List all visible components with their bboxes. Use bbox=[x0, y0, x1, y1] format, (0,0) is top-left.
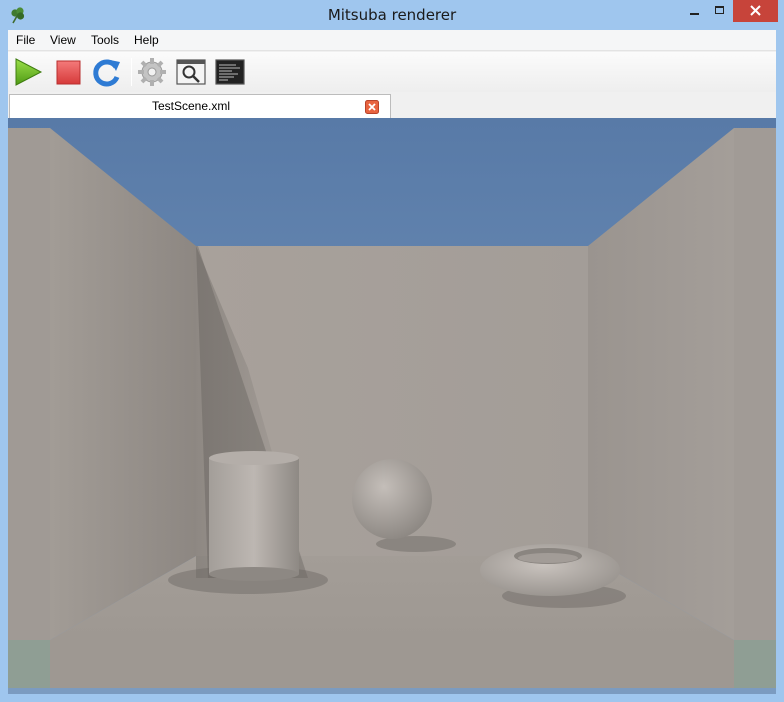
refresh-icon bbox=[93, 59, 120, 87]
minimize-button[interactable] bbox=[680, 0, 708, 22]
tab-bar: TestScene.xml bbox=[8, 92, 776, 118]
render-viewport[interactable] bbox=[8, 118, 776, 694]
maximize-button[interactable] bbox=[706, 0, 733, 22]
menu-help[interactable]: Help bbox=[134, 33, 159, 48]
start-render-button[interactable] bbox=[12, 56, 44, 88]
play-icon bbox=[15, 58, 43, 86]
menu-file[interactable]: File bbox=[16, 33, 35, 48]
maximize-icon bbox=[715, 6, 724, 14]
menu-view[interactable]: View bbox=[50, 33, 76, 48]
close-tab-icon[interactable] bbox=[365, 100, 379, 114]
tab-label: TestScene.xml bbox=[151, 99, 231, 113]
client-area: File View Tools Help TestScene.xml bbox=[8, 30, 776, 694]
rendered-scene-image bbox=[8, 118, 776, 694]
toolbar-separator bbox=[131, 58, 132, 86]
close-window-button[interactable] bbox=[733, 0, 778, 22]
close-icon bbox=[750, 5, 761, 16]
app-window: Mitsuba renderer File View Tools Help Te… bbox=[0, 0, 784, 702]
console-log-icon bbox=[215, 59, 245, 85]
tab-testscene[interactable]: TestScene.xml bbox=[9, 94, 391, 118]
toolbar bbox=[8, 52, 776, 92]
settings-gear-icon bbox=[138, 58, 166, 86]
window-title: Mitsuba renderer bbox=[327, 6, 457, 24]
stop-icon bbox=[56, 60, 81, 85]
preview-button[interactable] bbox=[175, 56, 207, 88]
stop-render-button[interactable] bbox=[53, 56, 85, 88]
refresh-button[interactable] bbox=[91, 56, 123, 88]
title-bar[interactable]: Mitsuba renderer bbox=[0, 0, 784, 30]
magnifier-preview-icon bbox=[176, 59, 206, 85]
settings-button[interactable] bbox=[136, 56, 168, 88]
menu-bar: File View Tools Help bbox=[8, 30, 776, 51]
minimize-icon bbox=[690, 13, 699, 15]
menu-tools[interactable]: Tools bbox=[91, 33, 119, 48]
log-console-button[interactable] bbox=[214, 56, 246, 88]
